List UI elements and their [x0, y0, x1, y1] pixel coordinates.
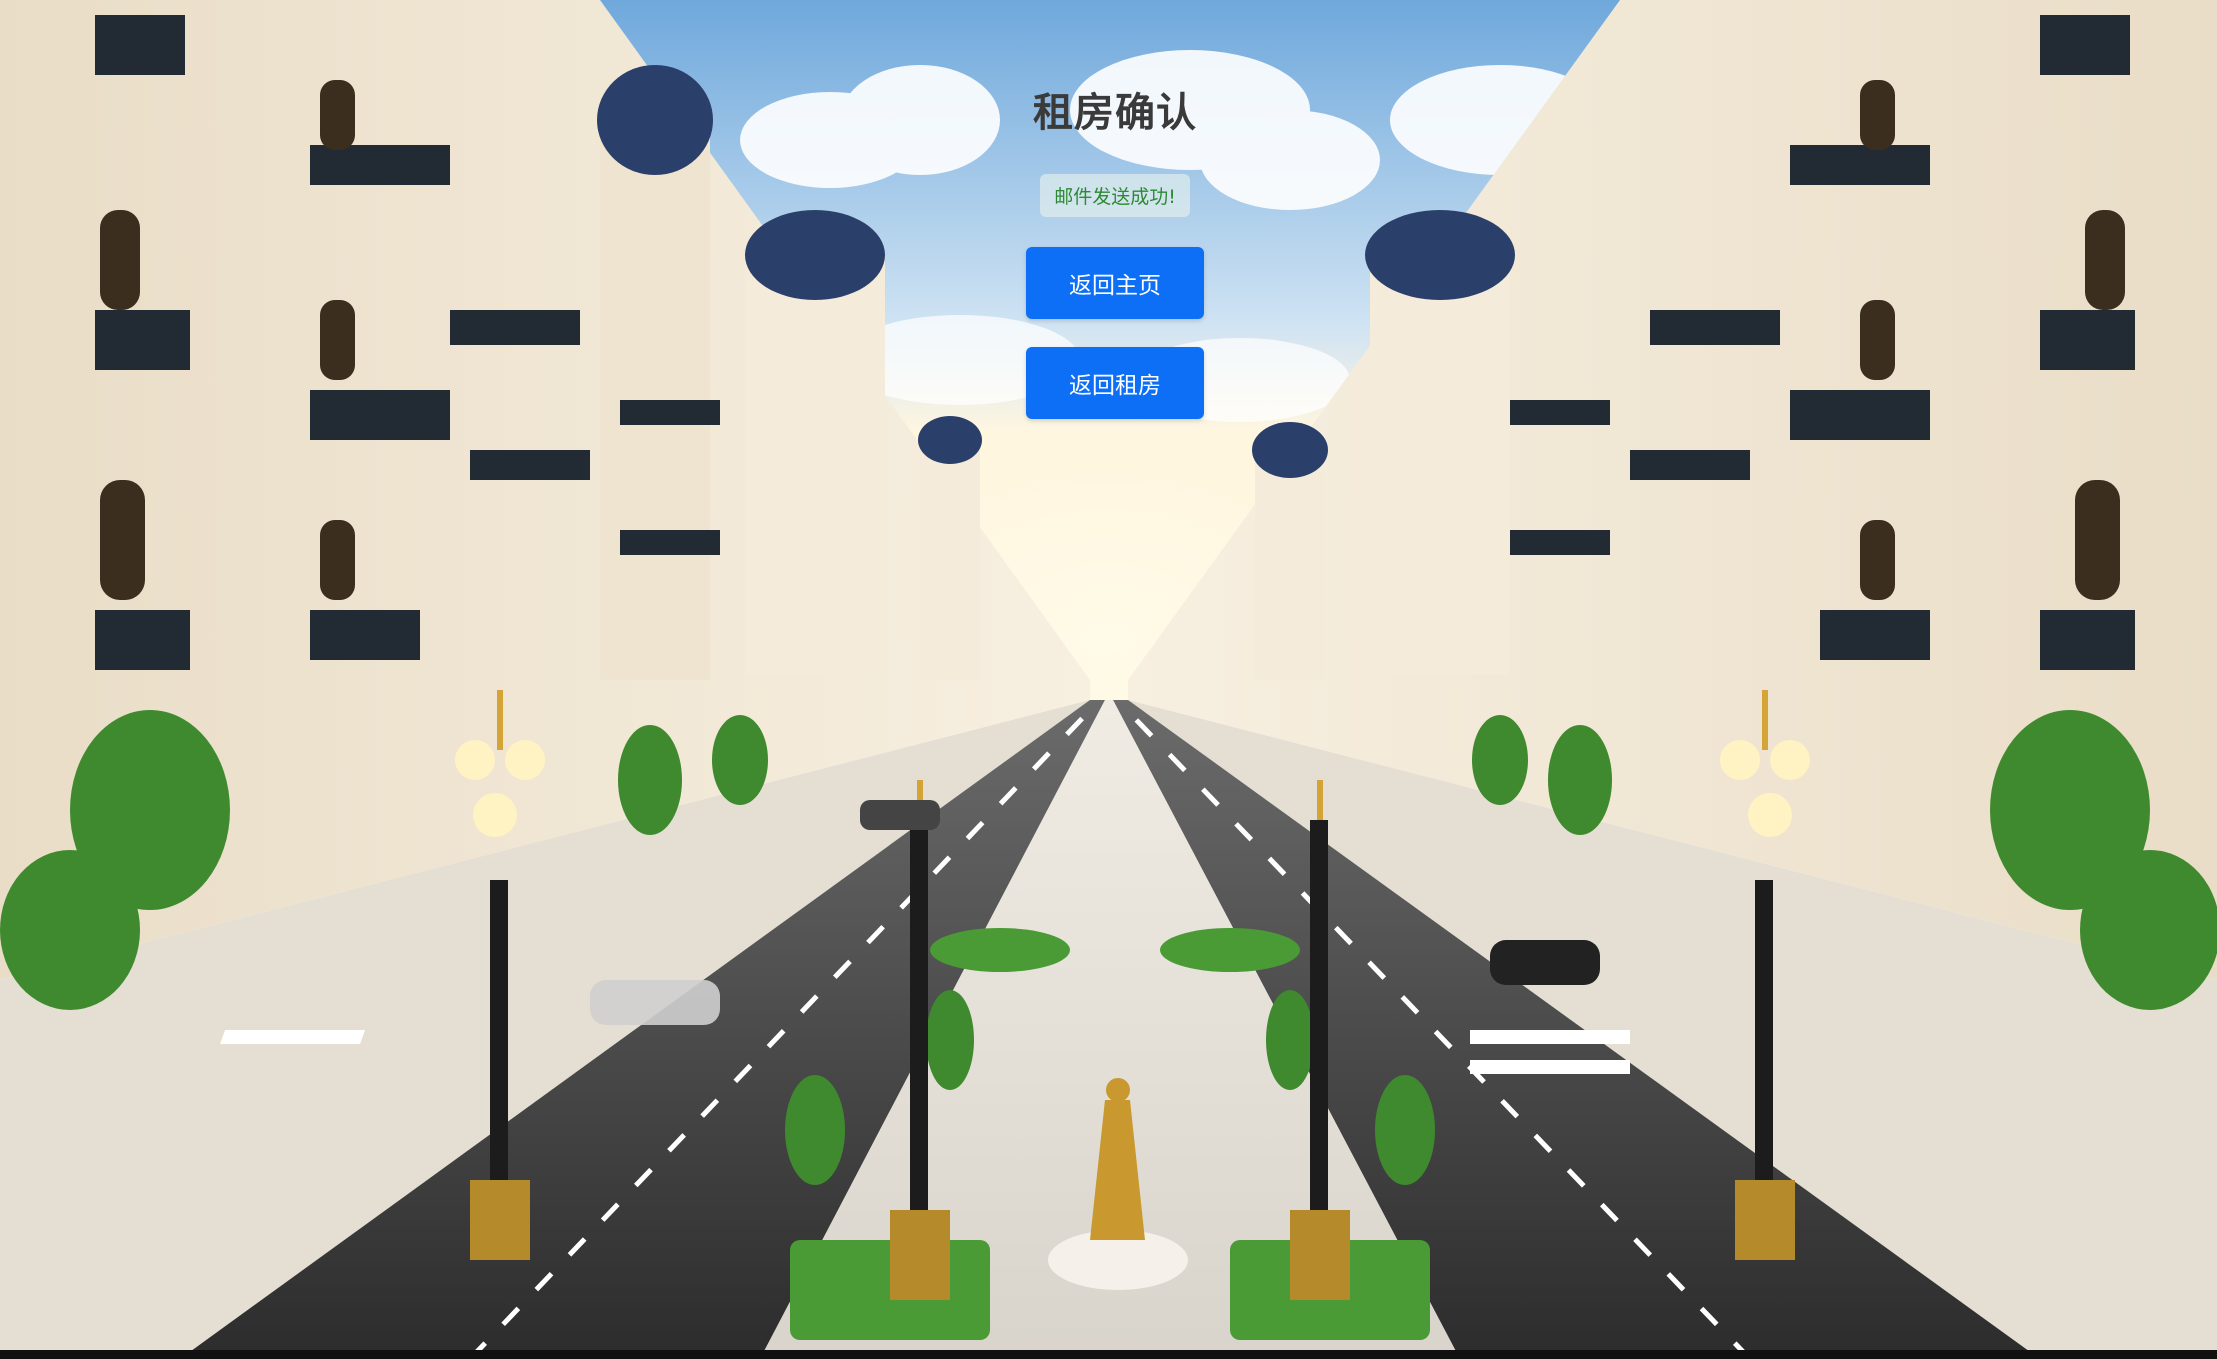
success-message: 邮件发送成功!: [1040, 174, 1190, 217]
confirmation-panel: 租房确认 邮件发送成功! 返回主页 返回租房: [1000, 70, 1230, 419]
page-root: 租房确认 邮件发送成功! 返回主页 返回租房: [0, 0, 2217, 1359]
return-rentals-button[interactable]: 返回租房: [1026, 347, 1204, 419]
page-title: 租房确认: [1033, 90, 1197, 136]
return-home-button[interactable]: 返回主页: [1026, 247, 1204, 319]
